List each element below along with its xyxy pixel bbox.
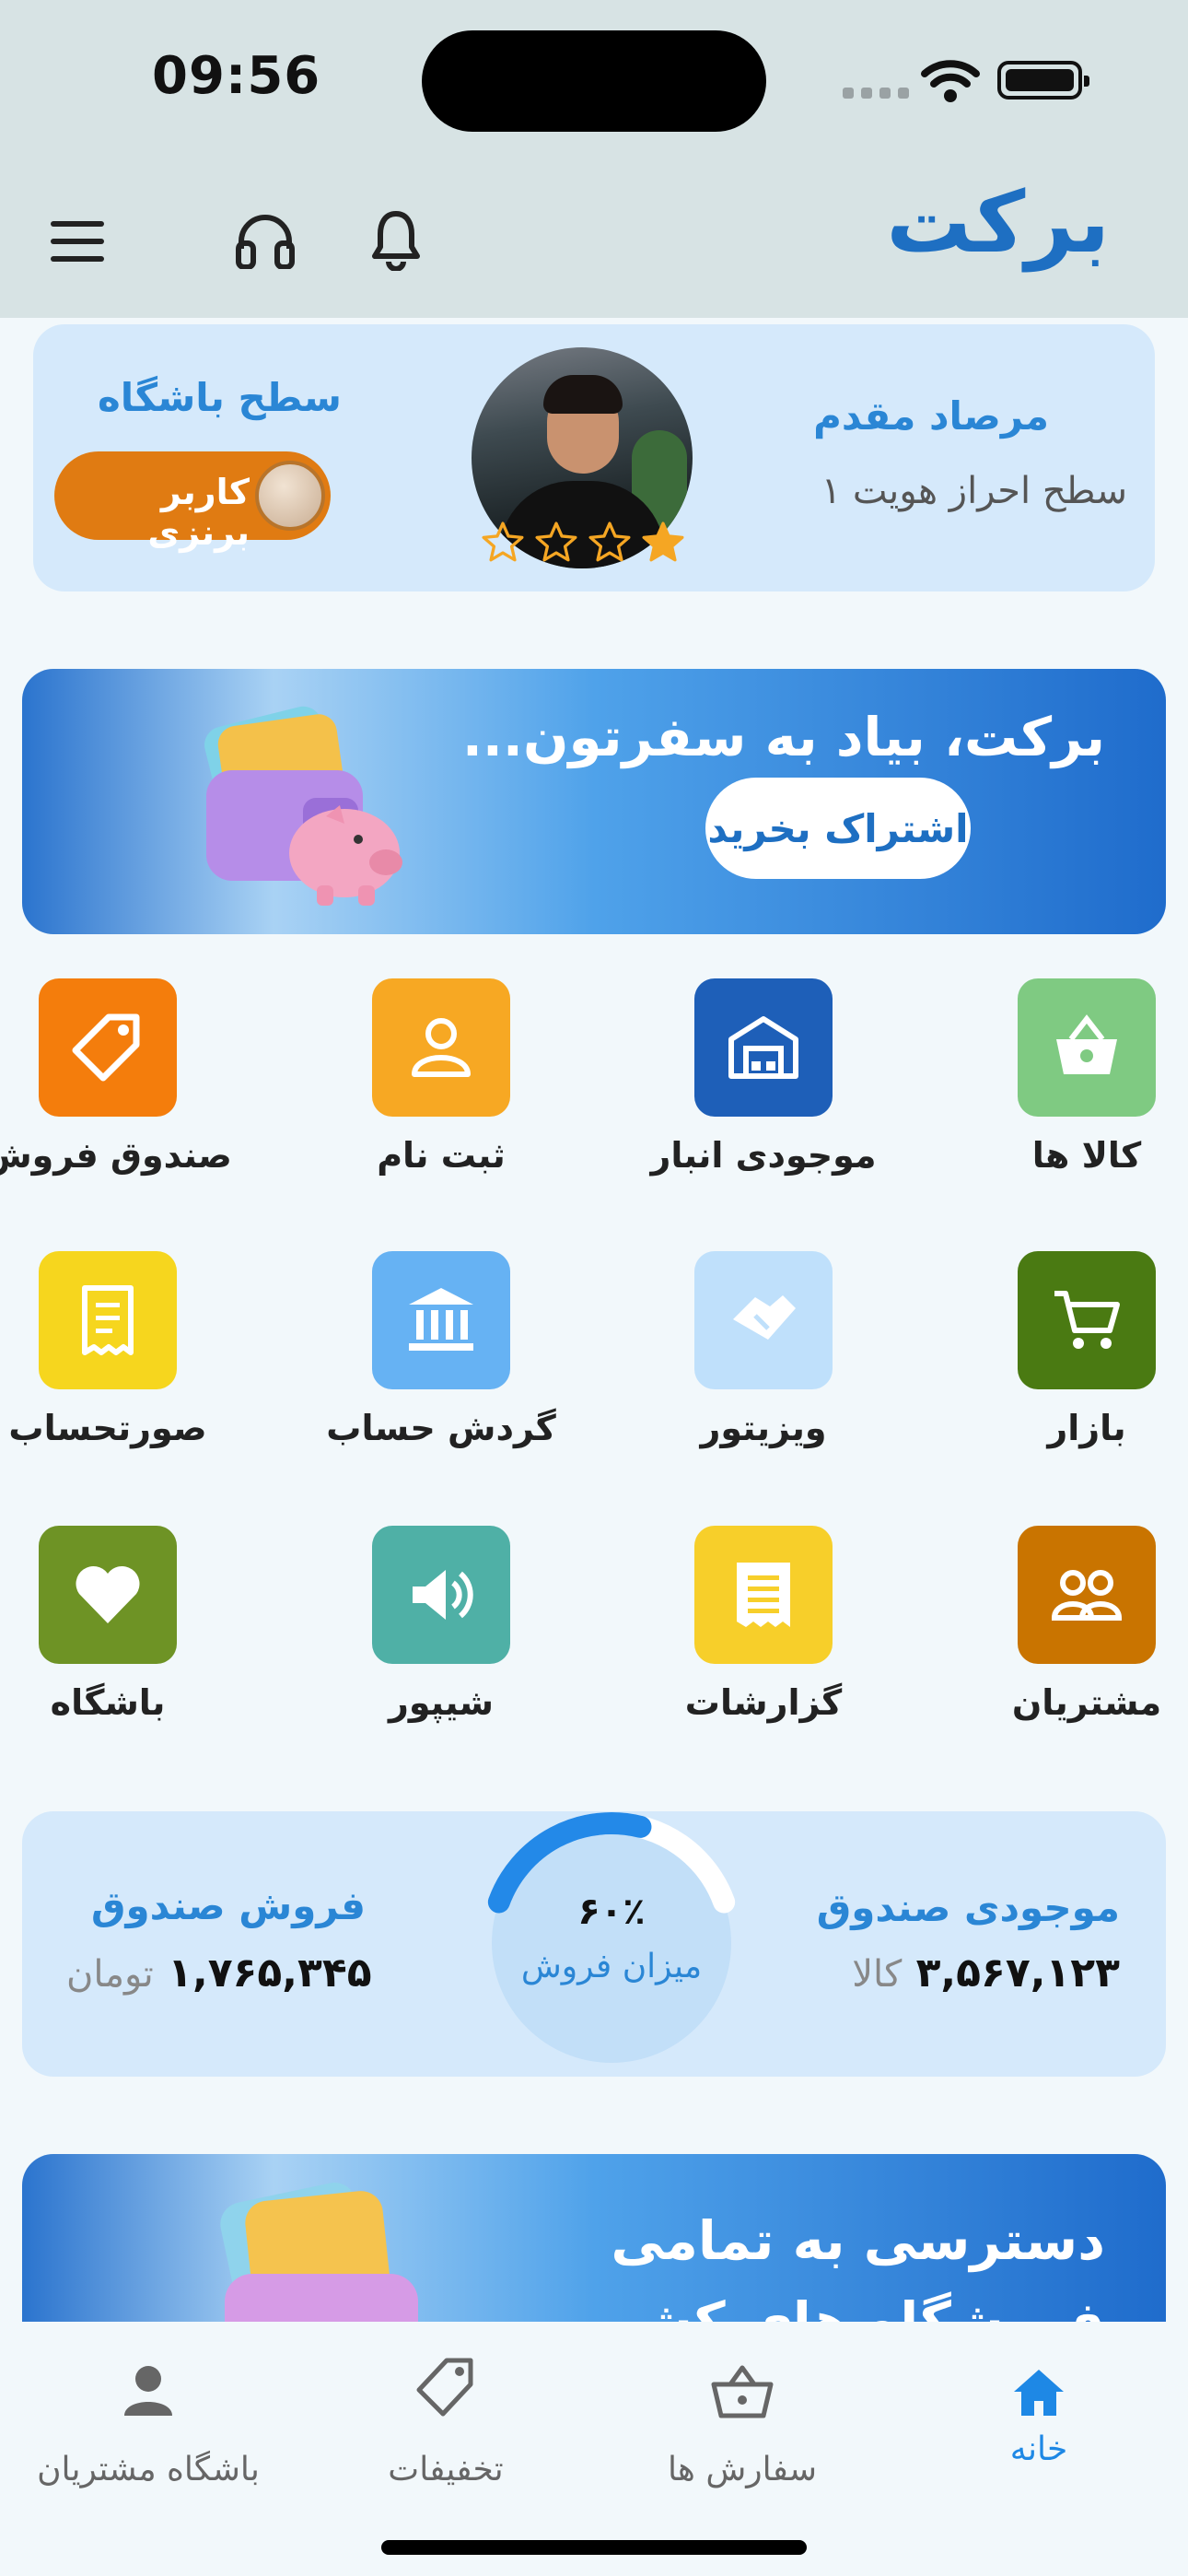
service-label-4: صندوق فروش <box>0 1135 232 1176</box>
club-badge[interactable]: کاربر برنزی <box>54 451 331 553</box>
service-tile-8[interactable] <box>39 1251 177 1389</box>
user-name: مرصاد مقدم <box>813 393 1049 439</box>
service-tile-9[interactable] <box>1018 1526 1156 1664</box>
nav-customer-club-label: باشگاه مشتریان <box>37 2451 260 2488</box>
service-tile-12[interactable] <box>39 1526 177 1664</box>
service-tile-1[interactable] <box>1018 978 1156 1117</box>
bank-icon <box>409 1288 473 1351</box>
profile-card[interactable]: مرصاد مقدم سطح احراز هویت ۱ سطح باشگاه ک… <box>33 324 1155 591</box>
buy-subscription-button[interactable]: اشتراک بخرید <box>705 778 971 879</box>
service-tile-2[interactable] <box>694 978 833 1117</box>
service-label-8: صورتحساب <box>8 1408 207 1448</box>
app-logo: برکت <box>886 173 1110 272</box>
club-badge-label: کاربر برنزی <box>147 472 250 553</box>
service-label-10: گزارشات <box>684 1682 843 1723</box>
star-icon <box>482 521 524 562</box>
service-label-6: ویزیتور <box>700 1408 827 1448</box>
service-label-2: موجودی انبار <box>650 1135 877 1176</box>
service-label-3: ثبت نام <box>377 1135 506 1176</box>
service-label-1: کالا ها <box>1031 1135 1142 1176</box>
service-label-11: شیپور <box>388 1682 495 1723</box>
nav-discounts-label: تخفیفات <box>388 2451 504 2488</box>
service-label-5: بازار <box>1047 1408 1126 1448</box>
stores-banner-title: دسترسی به تمامی <box>611 2209 1105 2272</box>
tag-icon <box>416 2358 473 2417</box>
nav-discounts[interactable]: تخفیفات <box>308 2349 584 2488</box>
service-label-7: گردش حساب <box>326 1408 556 1448</box>
gauge-value: ۶۰٪ <box>577 1891 646 1933</box>
sales-value: ۱,۷۶۵,۳۴۵ <box>168 1950 372 1996</box>
tag-icon <box>72 1013 140 1082</box>
stock-value-row: ۳,۵۶۷,۱۲۳ کالا <box>852 1950 1120 1996</box>
home-icon <box>1014 2370 1064 2416</box>
status-time: 09:56 <box>152 46 321 106</box>
star-icon <box>588 521 631 562</box>
service-tile-5[interactable] <box>1018 1251 1156 1389</box>
users-icon <box>1051 1570 1123 1621</box>
service-tile-4[interactable] <box>39 978 177 1117</box>
promo-title: برکت، بیاد به سفرتون... <box>461 706 1105 768</box>
nav-home[interactable]: خانه <box>901 2349 1177 2468</box>
nav-customer-club[interactable]: باشگاه مشتریان <box>10 2349 286 2488</box>
app-header: 09:56 برکت <box>0 0 1188 318</box>
bell-icon[interactable] <box>371 208 421 271</box>
handshake-icon <box>733 1295 796 1340</box>
headset-icon[interactable] <box>236 212 295 269</box>
user-icon <box>412 1018 471 1077</box>
cart-icon <box>1054 1291 1120 1349</box>
stock-value: ۳,۵۶۷,۱۲۳ <box>915 1950 1120 1996</box>
sales-value-row: ۱,۷۶۵,۳۴۵ تومان <box>66 1950 372 1996</box>
receipt-icon <box>82 1285 134 1355</box>
wifi-icon <box>921 60 980 102</box>
star-icon <box>642 521 684 562</box>
dynamic-island <box>422 30 766 132</box>
sales-unit: تومان <box>66 1953 154 1996</box>
service-tile-3[interactable] <box>372 978 510 1117</box>
person-icon <box>124 2366 172 2416</box>
promo-banner[interactable]: برکت، بیاد به سفرتون... اشتراک بخرید <box>22 669 1166 934</box>
stock-title: موجودی صندوق <box>816 1885 1120 1930</box>
nav-orders-label: سفارش ها <box>667 2451 818 2488</box>
nav-home-label: خانه <box>1009 2430 1068 2468</box>
sales-gauge: ۶۰٪ میزان فروش <box>473 1809 750 2077</box>
basket-icon <box>711 2365 774 2418</box>
service-label-12: باشگاه <box>50 1682 166 1723</box>
service-tile-11[interactable] <box>372 1526 510 1664</box>
rating-stars <box>478 520 688 566</box>
warehouse-icon <box>728 1016 798 1079</box>
battery-icon <box>997 61 1089 100</box>
verification-level: سطح احراز هویت ۱ <box>821 470 1127 512</box>
heart-icon <box>76 1565 140 1623</box>
speaker-icon <box>413 1570 473 1620</box>
home-indicator[interactable] <box>381 2540 807 2555</box>
stock-unit: کالا <box>852 1953 903 1996</box>
basket-icon <box>1056 1014 1117 1074</box>
badge-medal-icon <box>255 461 325 531</box>
star-icon <box>535 521 577 562</box>
menu-icon[interactable] <box>51 221 104 262</box>
club-level-title: سطح باشگاه <box>98 375 342 420</box>
sales-title: فروش صندوق <box>91 1883 366 1928</box>
signal-icon <box>843 88 909 100</box>
service-tile-10[interactable] <box>694 1526 833 1664</box>
gauge-label: میزان فروش <box>520 1948 703 1985</box>
service-tile-6[interactable] <box>694 1251 833 1389</box>
service-tile-7[interactable] <box>372 1251 510 1389</box>
bottom-navigation: خانه سفارش ها تخفیفات باشگاه مشتریان <box>0 2322 1188 2576</box>
cash-stats-card[interactable]: موجودی صندوق ۳,۵۶۷,۱۲۳ کالا فروش صندوق ۱… <box>22 1811 1166 2077</box>
nav-orders[interactable]: سفارش ها <box>604 2349 880 2488</box>
wallet-piggy-illustration <box>204 706 402 906</box>
service-label-9: مشتریان <box>1011 1682 1162 1723</box>
report-icon <box>737 1563 790 1627</box>
